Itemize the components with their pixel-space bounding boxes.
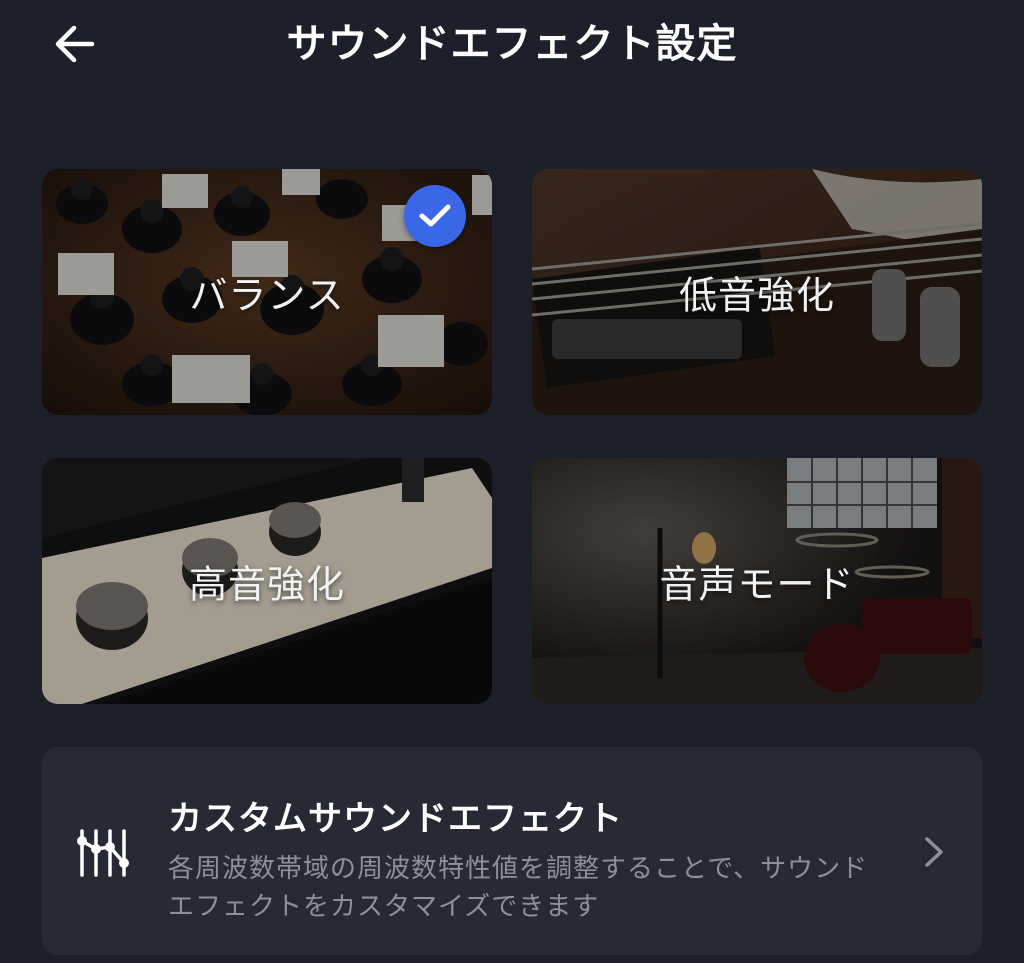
preset-label: バランス [189, 273, 345, 318]
preset-card-voice-mode[interactable]: 音声モード [532, 458, 982, 704]
equalizer-sliders-icon [77, 829, 129, 877]
checkmark-icon [419, 204, 451, 227]
chevron-right-icon [925, 837, 943, 867]
preset-label: 低音強化 [678, 273, 835, 318]
preset-card-bass-boost[interactable]: 低音強化 [532, 169, 982, 415]
custom-sound-effect-description: 各周波数帯域の周波数特性値を調整することで、サウンドエフェクトをカスタマイズでき… [168, 854, 869, 922]
page-title: サウンドエフェクト設定 [286, 21, 738, 67]
custom-sound-effect-item[interactable]: カスタムサウンドエフェクト 各周波数帯域の周波数特性値を調整することで、サウンド… [42, 747, 982, 955]
custom-sound-effect-title: カスタムサウンドエフェクト [168, 799, 623, 839]
header: サウンドエフェクト設定 [0, 0, 1024, 90]
selected-badge [404, 185, 466, 247]
preset-card-treble-boost[interactable]: 高音強化 [42, 458, 492, 704]
preset-card-balance[interactable]: バランス [42, 169, 492, 415]
preset-label: 高音強化 [188, 562, 345, 607]
preset-label: 音声モード [659, 562, 855, 607]
